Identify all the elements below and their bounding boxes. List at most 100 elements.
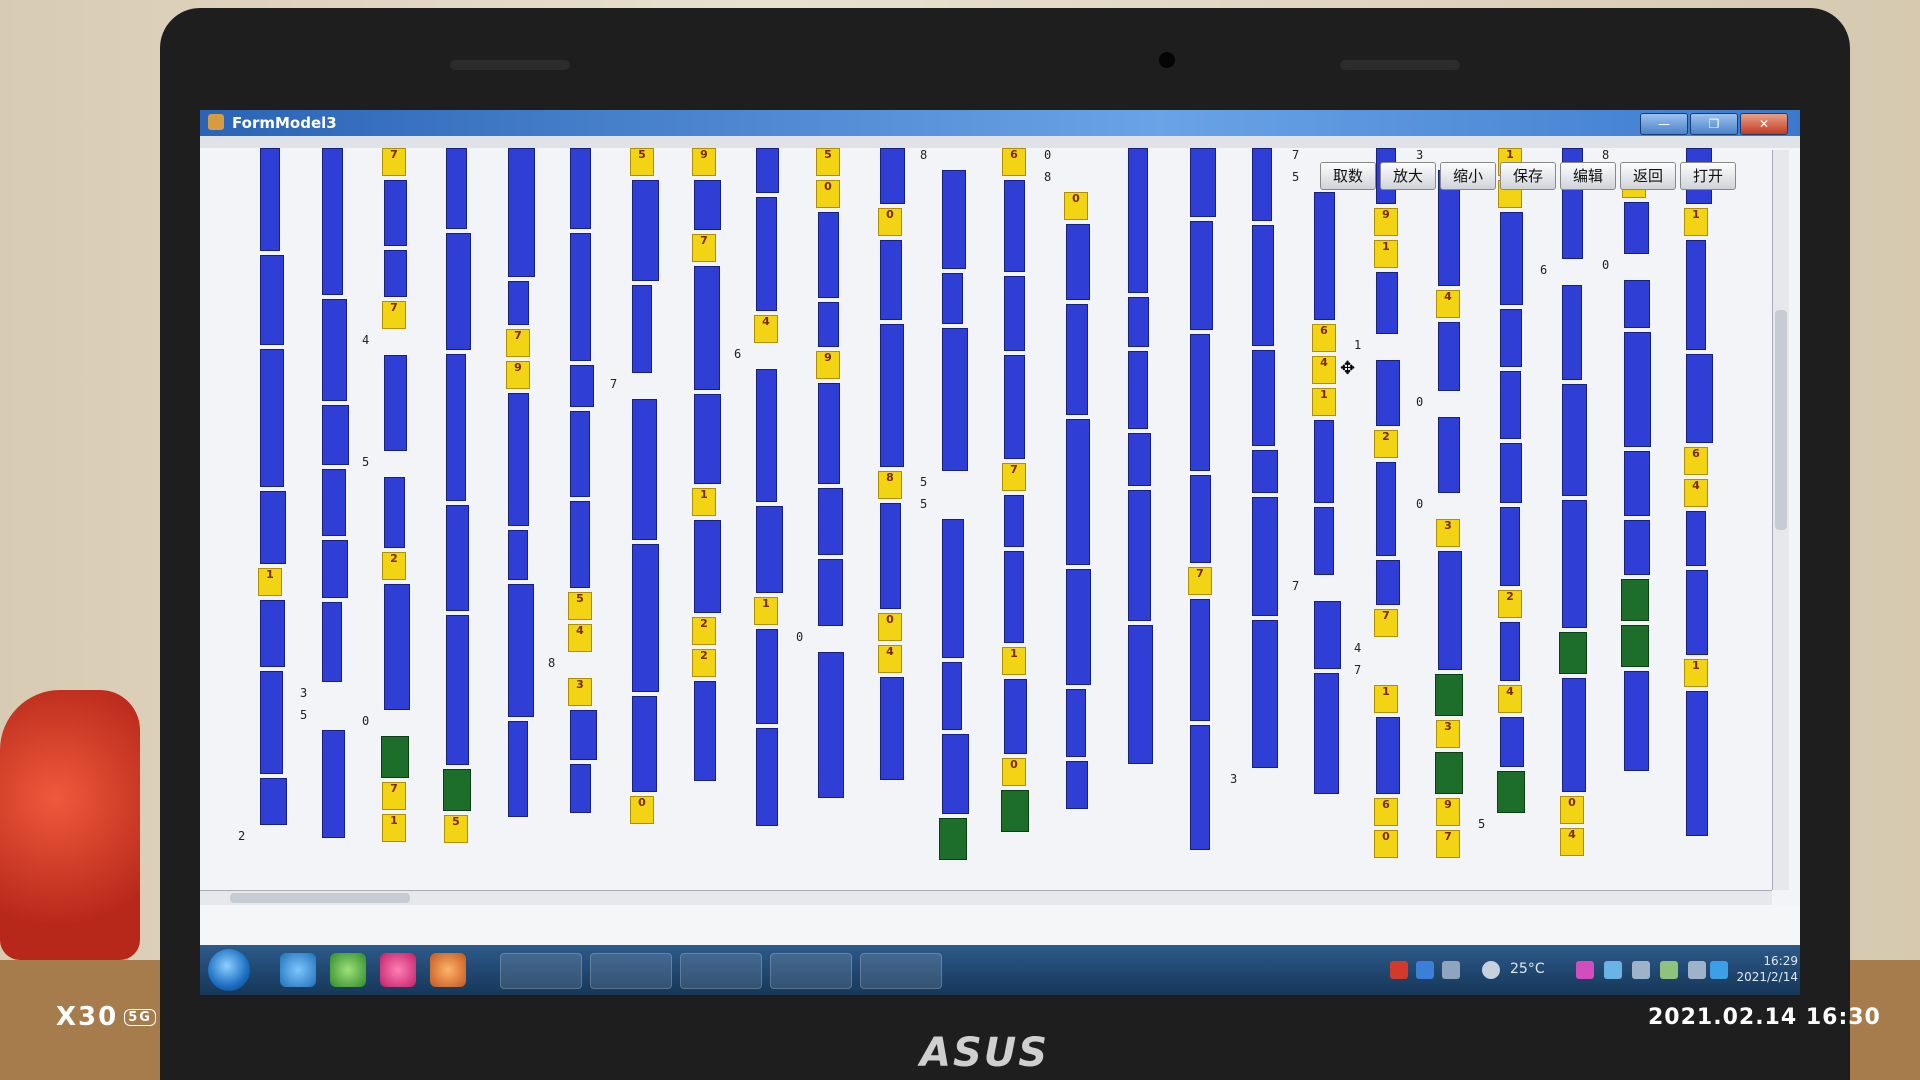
taskbar-window-1[interactable] bbox=[500, 953, 582, 989]
chart-bar bbox=[694, 180, 721, 230]
laptop-screen: FormModel3 — ❐ ✕ 1 2 3 5 7 7 4 5 2 0 7 1 5 7 9… bbox=[200, 110, 1800, 995]
video-app-icon[interactable] bbox=[380, 953, 416, 987]
media-player-icon[interactable] bbox=[330, 953, 366, 987]
fetch-data-button[interactable]: 取数 bbox=[1320, 162, 1376, 190]
chart-bar bbox=[508, 148, 535, 277]
chart-bar bbox=[756, 629, 778, 724]
taskbar-window-4[interactable] bbox=[770, 953, 852, 989]
chart-bar bbox=[1314, 673, 1339, 794]
network-signal-icon[interactable] bbox=[1660, 961, 1678, 979]
chart-bar bbox=[1252, 350, 1275, 446]
chart-cell: 2 bbox=[1498, 590, 1522, 618]
chart-canvas[interactable]: 1 2357 7 452 07 1 5 7 9 5 4 83 5 70 9 7 … bbox=[200, 148, 1800, 905]
chart-cell: 9 bbox=[1436, 798, 1460, 826]
vertical-scrollbar[interactable] bbox=[1772, 150, 1789, 890]
start-button[interactable] bbox=[208, 949, 250, 991]
chart-bar bbox=[1314, 601, 1341, 669]
app-launcher-icon[interactable] bbox=[430, 953, 466, 987]
chart-bar bbox=[880, 148, 905, 204]
help-icon[interactable] bbox=[1416, 961, 1434, 979]
chart-cell-dark bbox=[381, 736, 409, 778]
edit-button[interactable]: 编辑 bbox=[1560, 162, 1616, 190]
chart-bar bbox=[1686, 354, 1713, 443]
chart-cell: 1 bbox=[1374, 240, 1398, 268]
chart-bar bbox=[694, 681, 716, 781]
chart-bar bbox=[1252, 450, 1278, 493]
chart-bar bbox=[1438, 417, 1460, 493]
speaker-icon[interactable] bbox=[1688, 961, 1706, 979]
chart-cell: 9 bbox=[692, 148, 716, 176]
chart-bar bbox=[508, 721, 528, 817]
close-button[interactable]: ✕ bbox=[1740, 113, 1788, 135]
chart-bar bbox=[1066, 304, 1088, 415]
chart-bar bbox=[1686, 570, 1708, 655]
chart-cell: 4 bbox=[754, 315, 778, 343]
window-titlebar: FormModel3 — ❐ ✕ bbox=[200, 110, 1800, 136]
tray-app-icon[interactable] bbox=[1442, 961, 1460, 979]
taskbar-window-3[interactable] bbox=[680, 953, 762, 989]
chart-bar bbox=[1004, 495, 1024, 547]
laptop-brand-logo: ASUS bbox=[920, 1030, 1050, 1076]
chart-bar bbox=[1128, 351, 1148, 429]
chart-tick: 8 bbox=[920, 148, 928, 162]
chart-cell: 4 bbox=[1436, 290, 1460, 318]
chart-bar bbox=[322, 602, 342, 682]
chart-cell: 4 bbox=[1560, 828, 1584, 856]
chart-cell: 0 bbox=[1374, 830, 1398, 858]
vertical-scroll-thumb[interactable] bbox=[1775, 310, 1787, 530]
chart-cell: 1 bbox=[1684, 208, 1708, 236]
volume-icon[interactable] bbox=[1632, 961, 1650, 979]
chart-bar bbox=[1004, 276, 1025, 351]
chart-cell: 9 bbox=[506, 361, 530, 389]
chart-bar bbox=[818, 302, 839, 347]
chart-bar bbox=[756, 369, 777, 502]
connection-icon[interactable] bbox=[1710, 961, 1728, 979]
taskbar-clock[interactable]: 16:29 2021/2/14 bbox=[1730, 953, 1798, 985]
shield-icon[interactable] bbox=[1604, 961, 1622, 979]
taskbar: 25°C 16:29 2021/2/14 bbox=[200, 945, 1800, 995]
chart-bar bbox=[1438, 322, 1460, 391]
chart-bar bbox=[260, 671, 283, 774]
minimize-button[interactable]: — bbox=[1640, 113, 1688, 135]
chart-tick: 5 bbox=[300, 708, 308, 722]
save-button[interactable]: 保存 bbox=[1500, 162, 1556, 190]
tray-app-2-icon[interactable] bbox=[1576, 961, 1594, 979]
chart-bar bbox=[1624, 451, 1650, 516]
chart-tick: 5 bbox=[1478, 817, 1486, 831]
browser-icon[interactable] bbox=[280, 953, 316, 987]
chart-cell-dark bbox=[1559, 632, 1587, 674]
taskbar-window-2[interactable] bbox=[590, 953, 672, 989]
chart-bar bbox=[1376, 272, 1398, 334]
chart-bar bbox=[1066, 419, 1090, 565]
chart-cell-dark bbox=[443, 769, 471, 811]
chart-cell-dark bbox=[1435, 674, 1463, 716]
camera-model-watermark: X30 5G bbox=[56, 1002, 156, 1032]
chart-bar bbox=[1376, 360, 1400, 426]
chart-cell: 1 bbox=[1374, 685, 1398, 713]
horizontal-scrollbar[interactable] bbox=[200, 890, 1772, 905]
chart-tick: 3 bbox=[1230, 772, 1238, 786]
weather-icon[interactable] bbox=[1482, 961, 1500, 979]
chart-cell: 0 bbox=[878, 208, 902, 236]
chart-bar bbox=[446, 233, 471, 350]
zoom-out-button[interactable]: 缩小 bbox=[1440, 162, 1496, 190]
back-button[interactable]: 返回 bbox=[1620, 162, 1676, 190]
taskbar-window-5[interactable] bbox=[860, 953, 942, 989]
chart-bar bbox=[1376, 560, 1400, 605]
bezel-hinge-right bbox=[1340, 60, 1460, 70]
chart-bar bbox=[322, 405, 349, 465]
camera-model: X30 bbox=[56, 1002, 119, 1032]
chart-bar bbox=[818, 212, 839, 298]
antivirus-icon[interactable] bbox=[1390, 961, 1408, 979]
restore-button[interactable]: ❐ bbox=[1690, 113, 1738, 135]
chart-bar bbox=[1314, 507, 1334, 575]
chart-bar bbox=[1190, 334, 1210, 471]
chart-bar bbox=[384, 250, 407, 297]
horizontal-scroll-thumb[interactable] bbox=[230, 893, 410, 903]
chart-bar bbox=[570, 411, 590, 497]
chart-bar bbox=[322, 148, 343, 295]
open-button[interactable]: 打开 bbox=[1680, 162, 1736, 190]
zoom-in-button[interactable]: 放大 bbox=[1380, 162, 1436, 190]
chart-bar bbox=[756, 506, 783, 593]
chart-tick: 0 bbox=[1044, 148, 1052, 162]
